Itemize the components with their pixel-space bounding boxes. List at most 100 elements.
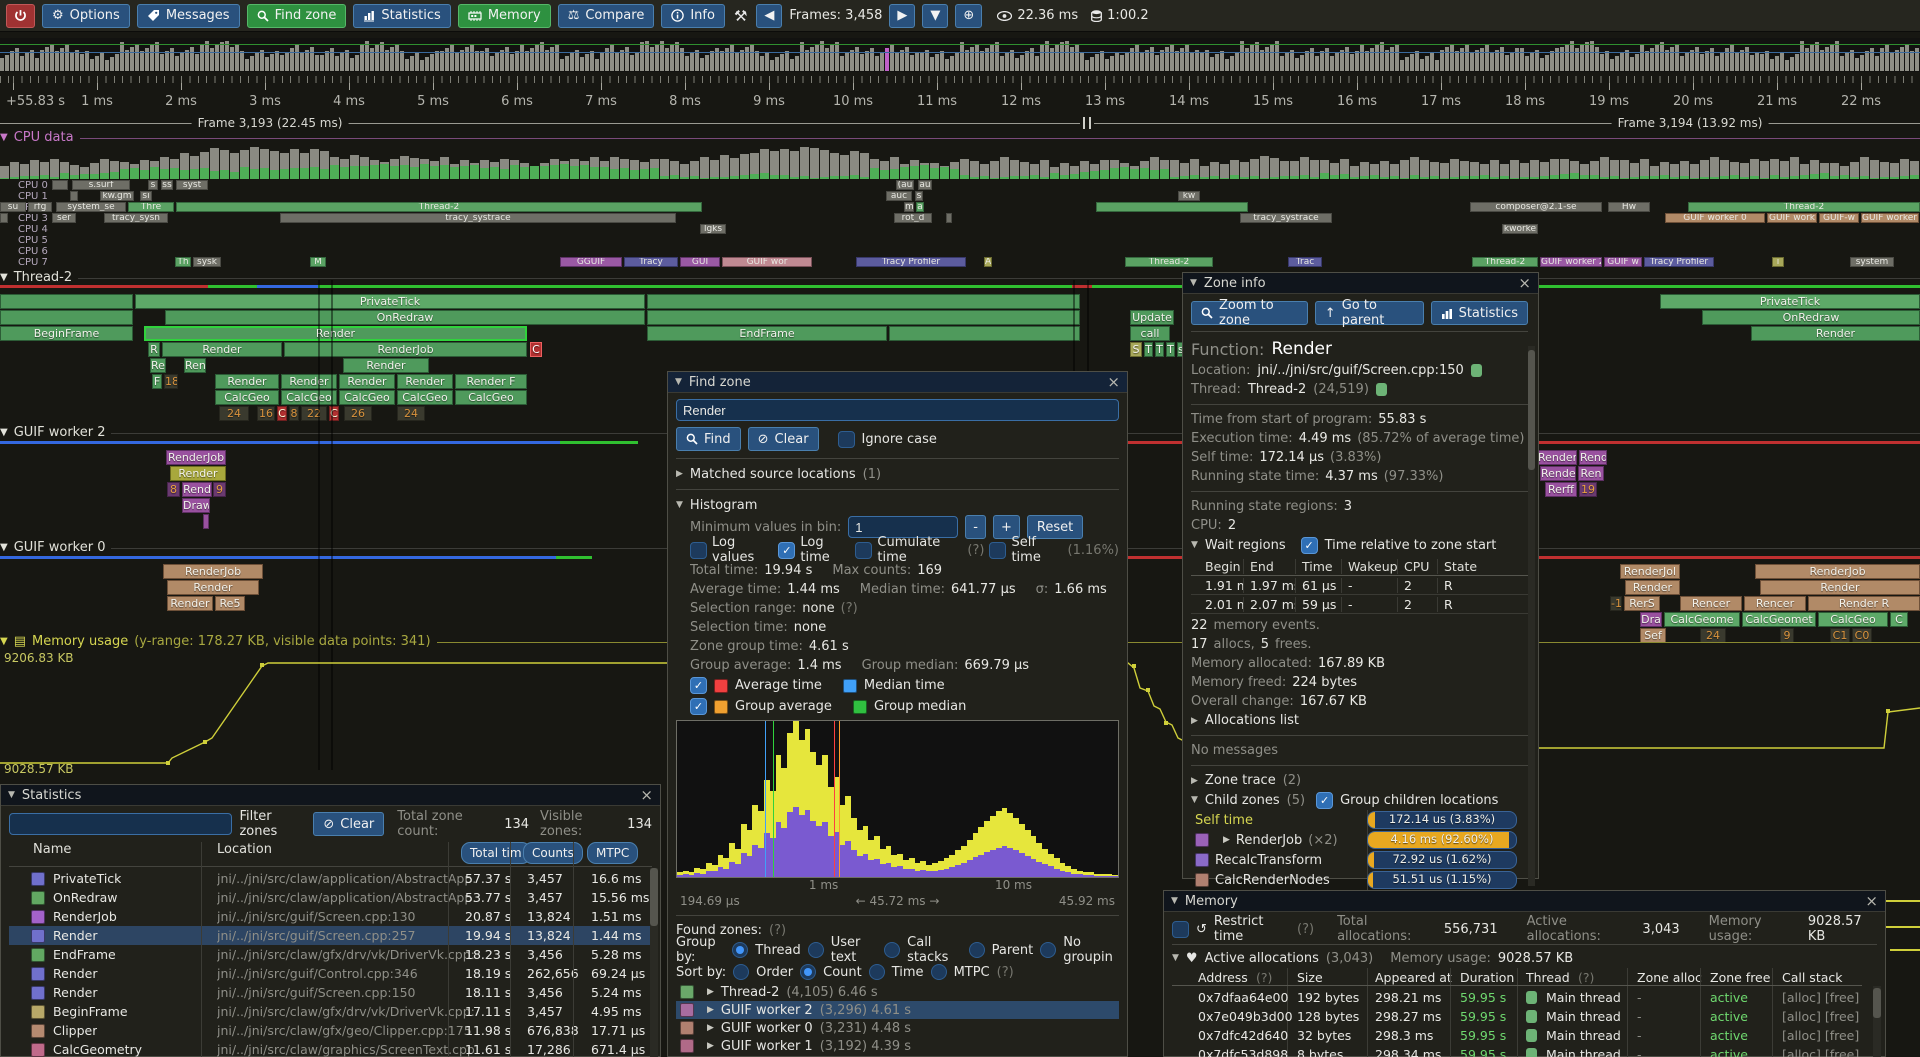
thread-header[interactable]: ▼Thread-2 [0,270,1920,285]
timeline-zone[interactable]: Rerff [1545,482,1577,497]
table-row[interactable]: OnRedrawjni/../jni/src/claw/application/… [9,888,652,907]
timeline-zone[interactable]: Rencer [1680,596,1742,611]
cpu-zone[interactable]: GUIF worker 2 [1540,257,1602,267]
cpu-zone[interactable]: a [916,202,924,212]
cpu-zone[interactable]: sysk [193,257,221,267]
found-zone-group[interactable]: ▶GUIF worker 0(3,231) 4.48 s [676,1019,1119,1037]
cpu-zone[interactable]: Thread-2 [176,202,702,212]
timeline-zone[interactable] [889,326,1080,341]
radio-thread[interactable] [732,942,748,958]
timeline-zone[interactable]: Render [167,580,259,595]
timeline-zone[interactable]: 16 [257,406,275,421]
allocation-row[interactable]: 0x7dfc42d64032 bytes298.3 ms59.95 sMain … [1172,1026,1872,1045]
timeline-zone[interactable]: Render [215,374,279,389]
allocation-row[interactable]: 0x7dfc53d8988 bytes298.34 ms59.95 sMain … [1172,1045,1872,1057]
allocation-row[interactable]: 0x7dfaa64e00192 bytes298.21 ms59.95 sMai… [1172,988,1872,1007]
radio-parent[interactable] [969,942,985,958]
group-children-checkbox[interactable]: ✓ [1316,792,1333,809]
cpu-zone[interactable]: tracy_systrace [280,213,676,223]
timeline-zone[interactable]: PrivateTick [135,294,645,309]
cpu-zone[interactable]: GUIF worker 2 [1861,213,1919,223]
timeline-zone[interactable]: Update [1130,310,1174,325]
find-button[interactable]: Find [676,427,741,451]
cpu-zone[interactable]: s [148,180,158,190]
cpu-zone[interactable]: syst [176,180,208,190]
timeline-zone[interactable]: Render [1751,326,1920,341]
mem-col-appeared-at[interactable]: Appeared at [1375,970,1452,985]
cpu-zone[interactable]: Trac [1288,257,1322,267]
radio-user-text[interactable] [808,942,824,958]
mem-col-thread[interactable]: Thread [1526,970,1570,985]
active-allocations-section[interactable]: Active allocations [1205,951,1319,966]
timeline-zone[interactable]: Render [144,326,527,341]
timeline-zone[interactable] [647,294,1080,309]
mem-col-zone-free[interactable]: Zone free [1710,970,1770,985]
timeline-zone[interactable]: RenderJob [163,564,263,579]
timeline-zone[interactable]: CalcGeo [339,390,395,405]
timeline-zone[interactable] [203,514,209,529]
radio-time[interactable] [869,964,885,980]
info-button[interactable]: Info [661,4,725,28]
timeline-zone[interactable]: T [1144,342,1153,357]
collapse-triangle-icon[interactable]: ▼ [1191,540,1198,550]
cpu-zone[interactable]: kworke [1502,224,1538,234]
cpu-zone[interactable]: rot_d [894,213,932,223]
timeline-zone[interactable]: Re5 [215,596,245,611]
timeline-zone[interactable]: CalcGeo [281,390,337,405]
timeline-zone[interactable]: Render [343,358,429,373]
cpu-zone[interactable]: GUIF w [1604,257,1642,267]
timeline-zone[interactable]: Render [1625,580,1680,595]
cpu-zone[interactable]: au [918,180,932,190]
collapse-triangle-icon[interactable]: ▼ [1191,795,1198,805]
radio-mtpc[interactable] [931,964,947,980]
timeline-zone[interactable]: -17 [1610,596,1622,611]
mem-col-duration[interactable]: Duration [1460,970,1514,985]
cpu-zone[interactable]: auc [886,191,912,201]
table-row[interactable]: Clipperjni/../jni/src/claw/gfx/geo/Clipp… [9,1021,652,1040]
cpu-zone[interactable]: lgks [700,224,726,234]
cpu-zone[interactable]: composer@2.1-se [1470,202,1602,212]
cpu-zone[interactable]: Tracy Profiler [1644,257,1714,267]
timeline-zone[interactable]: 24 [219,406,249,421]
zone-trace-label[interactable]: Zone trace [1205,773,1276,788]
frame-time-minimap[interactable] [0,38,1920,72]
thread-color-swatch[interactable] [1376,383,1387,396]
cpu-zone[interactable]: tracy_sysn [104,213,168,223]
cpu-zone[interactable]: su [0,202,26,212]
cpu-zone[interactable] [70,191,78,201]
table-row[interactable]: RenderJobjni/../jni/src/guif/Screen.cpp:… [9,907,652,926]
child-zone-row[interactable]: Self time172.14 us (3.83%) [1191,810,1528,830]
cpu-zone[interactable]: kw [1178,191,1200,201]
close-icon[interactable]: × [640,788,653,803]
timeline-zone[interactable]: 18 [164,374,178,389]
timeline-zone[interactable]: RenderJo [1537,450,1577,465]
wait-col-state[interactable]: State [1437,559,1481,574]
timeline-zone[interactable]: CalcGeo [215,390,279,405]
allocations-list-label[interactable]: Allocations list [1205,713,1299,728]
timeline-zone[interactable]: Render [170,466,226,481]
zoom-to-zone-button[interactable]: Zoom to zone [1191,301,1308,325]
cpu-zone[interactable]: ss [161,180,173,190]
timeline-zone[interactable]: call [1130,326,1170,341]
cumulate-time-checkbox[interactable] [855,542,872,559]
timeline-zone[interactable]: OnRedraw [165,310,645,325]
timeline-zone[interactable]: 26 [344,406,372,421]
timeline-zone[interactable]: R [148,342,160,357]
cpu-zone[interactable]: i [1772,257,1784,267]
zone-statistics-button[interactable]: Statistics [1431,301,1528,325]
cpu-zone[interactable]: Th [175,257,191,267]
close-icon[interactable]: × [1107,375,1120,390]
cpu-zone[interactable] [52,180,68,190]
cpu-zone[interactable]: rfg [28,202,52,212]
timeline-zone[interactable]: T [1155,342,1164,357]
cpu-zone[interactable]: Thread-2 [1688,202,1920,212]
timeline-zone[interactable]: 22 [301,406,327,421]
zone-time-histogram[interactable] [676,720,1119,878]
cpu-zone[interactable]: m [904,202,914,212]
table-row[interactable]: PrivateTickjni/../jni/src/claw/applicati… [9,869,652,888]
wait-table-row[interactable]: 1.91 ms1.97 ms61 μs-2R [1191,576,1528,595]
timeline-zone[interactable]: 8 [167,482,180,497]
timeline-zone[interactable]: PrivateTick [1660,294,1920,309]
bin-decrease-button[interactable]: - [965,515,986,539]
timeline-zone[interactable]: Render [162,342,282,357]
